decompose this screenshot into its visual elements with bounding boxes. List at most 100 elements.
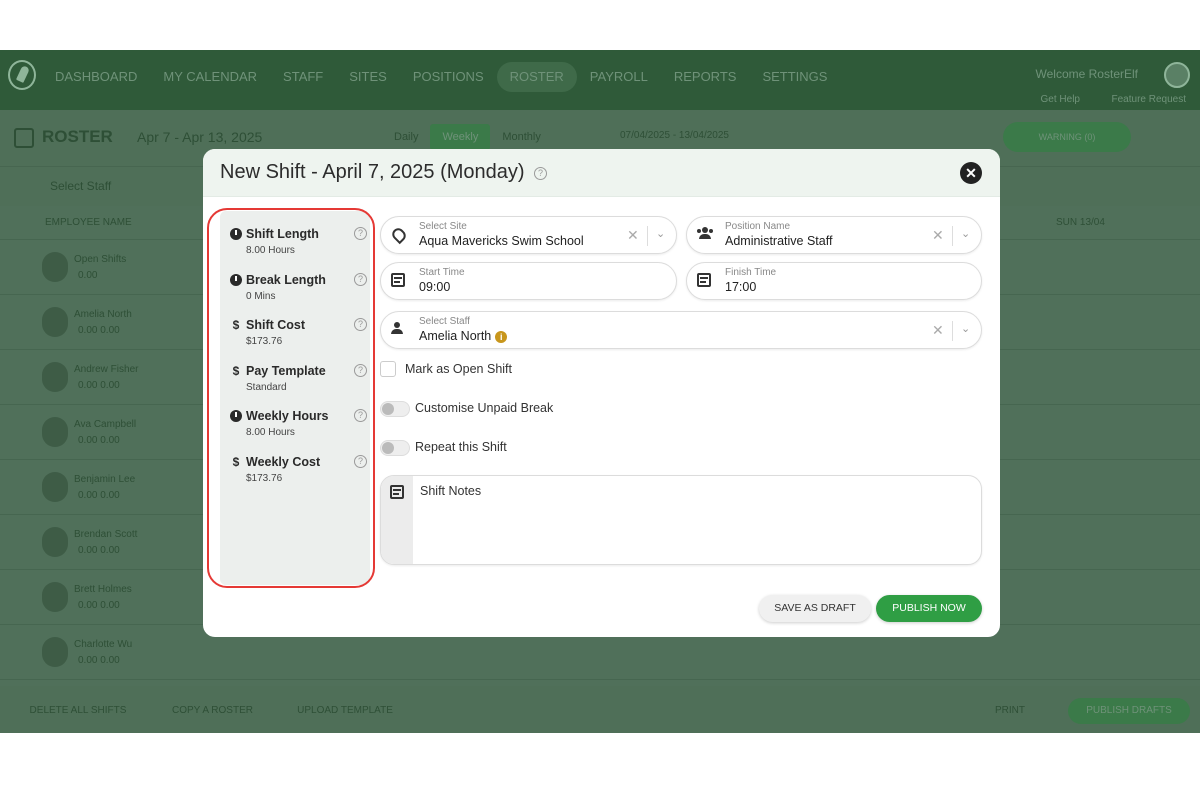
tab-monthly[interactable]: Monthly [490,124,553,150]
upload-template-button[interactable]: UPLOAD TEMPLATE [285,698,405,724]
field-label: Select Staff [419,316,470,327]
employee-values: 0.00 0.00 [78,600,120,611]
summary-weekly-hours: Weekly Hours 8.00 Hours ? [230,409,367,438]
delete-all-shifts-button[interactable]: DELETE ALL SHIFTS [18,698,138,724]
feature-request-link[interactable]: Feature Request [1112,94,1187,105]
person-icon [391,322,407,338]
employee-values: 0.00 0.00 [78,435,120,446]
help-icon[interactable]: ? [534,167,547,180]
info-icon[interactable]: i [495,330,508,343]
close-button[interactable]: ✕ [960,162,982,184]
tab-daily[interactable]: Daily [382,124,430,150]
avatar [42,637,68,667]
unpaid-break-label: Customise Unpaid Break [415,401,554,415]
avatar [42,307,68,337]
date-range-picker[interactable]: 07/04/2025 - 13/04/2025 [620,130,729,141]
modal-title: New Shift - April 7, 2025 (Monday) [220,161,525,183]
top-nav: DASHBOARD MY CALENDAR STAFF SITES POSITI… [0,50,1200,110]
chevron-down-icon[interactable]: ⌄ [961,227,970,240]
copy-roster-button[interactable]: COPY A ROSTER [155,698,270,724]
select-staff-field[interactable]: Select Staff Amelia North i ✕ ⌄ [380,311,982,349]
avatar [42,252,68,282]
field-value: Aqua Mavericks Swim School [419,234,584,248]
employee-name: Open Shifts [74,254,127,265]
modal-header: New Shift - April 7, 2025 (Monday) ? ✕ [203,149,1000,197]
calendar-icon [391,273,407,289]
start-time-field[interactable]: Start Time 09:00 [380,262,677,300]
avatar [42,472,68,502]
roster-icon [14,128,34,148]
roster-date-range: Apr 7 - Apr 13, 2025 [137,129,263,145]
select-staff-filter[interactable]: Select Staff [50,179,111,193]
field-label: Finish Time [725,267,777,278]
save-as-draft-button[interactable]: SAVE AS DRAFT [759,595,871,622]
open-shift-checkbox[interactable] [380,361,396,377]
publish-drafts-button[interactable]: PUBLISH DRAFTS [1068,698,1190,724]
notes-icon [390,485,404,499]
summary-break-length: Break Length 0 Mins ? [230,273,367,302]
repeat-shift-toggle[interactable] [380,440,410,456]
divider [647,226,648,246]
location-pin-icon [389,225,409,245]
chevron-down-icon[interactable]: ⌄ [961,322,970,335]
field-value: 17:00 [725,280,757,294]
field-label: Position Name [725,221,791,232]
publish-now-button[interactable]: PUBLISH NOW [876,595,982,622]
rosterelf-logo-icon[interactable] [8,60,36,90]
help-icon[interactable]: ? [354,227,367,240]
staff-name: Amelia North [419,329,492,343]
notes-icon-column [381,476,413,564]
employee-values: 0.00 0.00 [78,380,120,391]
help-icon[interactable]: ? [354,318,367,331]
dollar-icon: $ [232,455,240,469]
clear-icon[interactable]: ✕ [932,227,944,244]
select-site-field[interactable]: Select Site Aqua Mavericks Swim School ✕… [380,216,677,254]
clear-icon[interactable]: ✕ [932,322,944,339]
summary-label: Shift Length [246,227,319,241]
open-shift-label: Mark as Open Shift [405,362,512,376]
unpaid-break-toggle[interactable] [380,401,410,417]
tab-weekly[interactable]: Weekly [430,124,491,150]
help-icon[interactable]: ? [354,455,367,468]
employee-values: 0.00 0.00 [78,490,120,501]
summary-shift-length: Shift Length 8.00 Hours ? [230,227,367,256]
summary-label: Break Length [246,273,326,287]
field-label: Select Site [419,221,467,232]
summary-value: Standard [246,382,287,393]
finish-time-field[interactable]: Finish Time 17:00 [686,262,982,300]
summary-label: Weekly Cost [246,455,321,469]
get-help-link[interactable]: Get Help [1041,94,1080,105]
group-icon [697,227,713,243]
field-value: Amelia North i [419,329,508,343]
help-icon[interactable]: ? [354,273,367,286]
clock-icon [230,274,242,286]
divider [952,321,953,341]
shift-notes-field[interactable]: Shift Notes [380,475,982,565]
divider [952,226,953,246]
clock-icon [230,410,242,422]
sunday-column-header: SUN 13/04 [1056,217,1105,228]
warning-button[interactable]: WARNING (0) [1003,122,1131,152]
position-name-field[interactable]: Position Name Administrative Staff ✕ ⌄ [686,216,982,254]
clear-icon[interactable]: ✕ [627,227,639,244]
help-icon[interactable]: ? [354,409,367,422]
print-button[interactable]: PRINT [965,698,1055,724]
summary-value: 8.00 Hours [246,245,295,256]
summary-pay-template: $ Pay Template Standard ? [230,364,367,393]
employee-name: Andrew Fisher [74,364,139,375]
welcome-text: Welcome RosterElf [1035,67,1138,81]
avatar [42,362,68,392]
employee-name: Benjamin Lee [74,474,136,485]
employee-name: Ava Campbell [74,419,137,430]
help-icon[interactable]: ? [354,364,367,377]
app-root: DASHBOARD MY CALENDAR STAFF SITES POSITI… [0,0,1200,800]
user-avatar[interactable] [1164,62,1190,88]
avatar [42,527,68,557]
employee-name: Brett Holmes [74,584,132,595]
summary-value: 8.00 Hours [246,427,295,438]
employee-values: 0.00 0.00 [78,325,120,336]
chevron-down-icon[interactable]: ⌄ [656,227,665,240]
dollar-icon: $ [232,318,240,332]
roster-title: ROSTER [42,127,113,146]
employee-name: Charlotte Wu [74,639,133,650]
